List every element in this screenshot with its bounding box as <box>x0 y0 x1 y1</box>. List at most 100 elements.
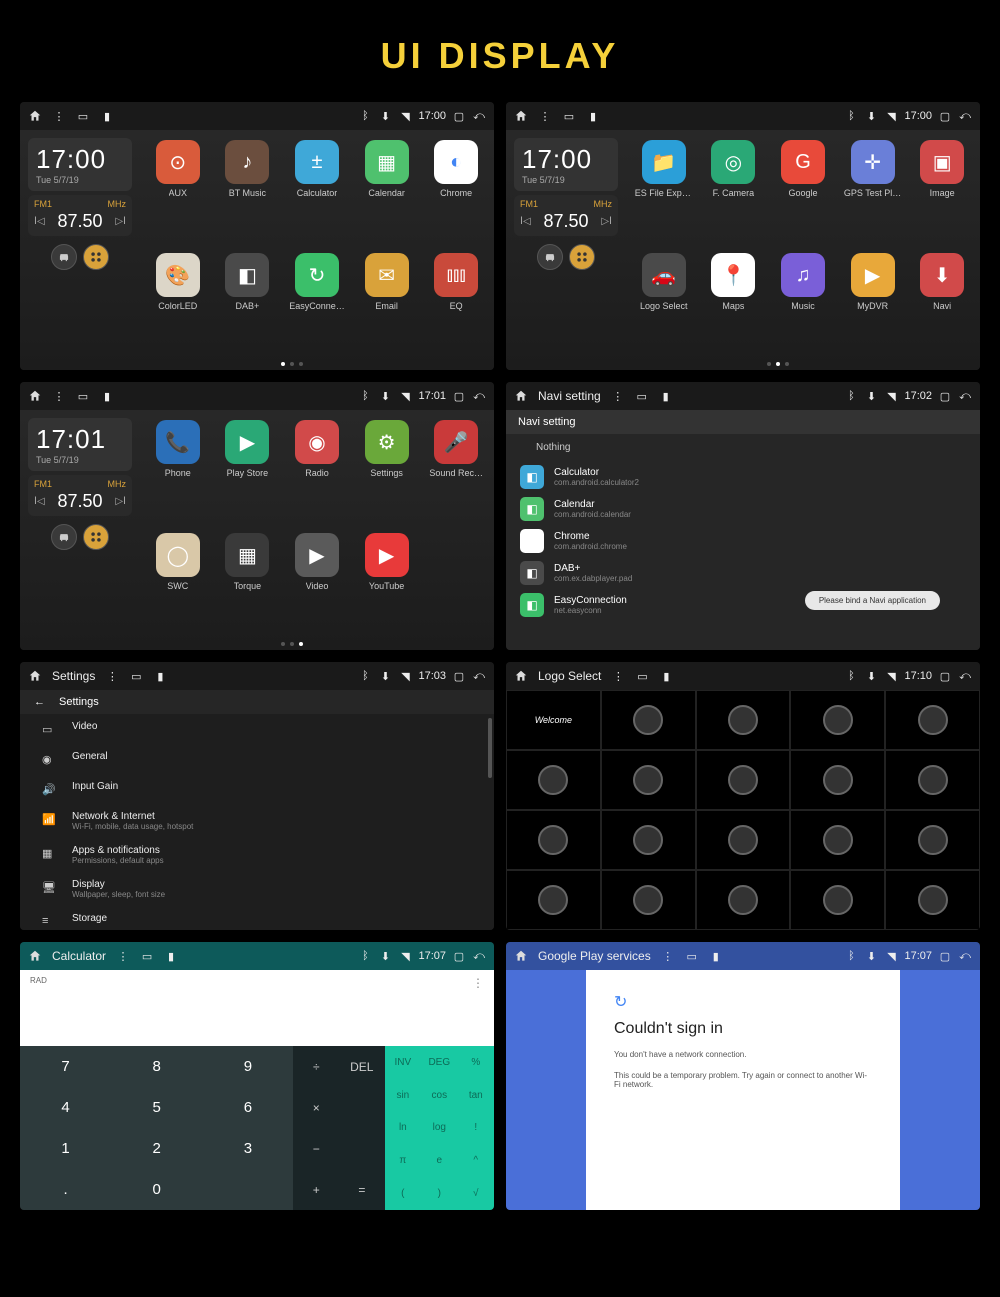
app-item[interactable]: 📁ES File Expl… <box>632 140 696 247</box>
settings-item[interactable]: 📶Network & InternetWi-Fi, mobile, data u… <box>20 804 494 838</box>
calc-op-key[interactable]: × <box>293 1087 339 1128</box>
calc-key[interactable]: 5 <box>111 1087 202 1128</box>
recent-icon[interactable]: ▢ <box>452 109 466 123</box>
calc-menu-icon[interactable]: ⋮ <box>472 976 484 990</box>
window-icon[interactable]: ▭ <box>685 949 699 963</box>
prev-icon[interactable]: Ⅰ◁ <box>520 216 531 227</box>
logo-cell[interactable] <box>696 810 791 870</box>
calc-key[interactable]: 8 <box>111 1046 202 1087</box>
app-item[interactable]: 📞Phone <box>146 420 210 527</box>
navi-item[interactable]: ◧Calculatorcom.android.calculator2 <box>506 461 980 493</box>
recent-icon[interactable]: ▢ <box>452 669 466 683</box>
logo-cell[interactable] <box>790 750 885 810</box>
app-item[interactable]: ▶Play Store <box>216 420 280 527</box>
clock-widget[interactable]: 17:00 Tue 5/7/19 <box>514 138 618 191</box>
logo-cell[interactable] <box>506 870 601 930</box>
back-icon[interactable]: ⤺ <box>958 389 972 403</box>
window-icon[interactable]: ▭ <box>76 389 90 403</box>
app-item[interactable]: ♪BT Music <box>216 140 280 247</box>
clock-widget[interactable]: 17:01 Tue 5/7/19 <box>28 418 132 471</box>
calc-func-key[interactable]: ^ <box>458 1144 494 1177</box>
settings-item[interactable]: ◉General <box>20 744 494 774</box>
menu-icon[interactable]: ⋮ <box>661 949 675 963</box>
recent-icon[interactable]: ▢ <box>452 389 466 403</box>
home-icon[interactable] <box>514 109 528 123</box>
home-icon[interactable] <box>28 109 42 123</box>
settings-item[interactable]: 🖥DisplayWallpaper, sleep, font size <box>20 872 494 906</box>
calc-key[interactable]: 6 <box>202 1087 293 1128</box>
calc-key[interactable] <box>202 1169 293 1210</box>
prev-icon[interactable]: Ⅰ◁ <box>34 496 45 507</box>
menu-icon[interactable]: ⋮ <box>611 389 625 403</box>
back-icon[interactable]: ⤺ <box>958 109 972 123</box>
calc-key[interactable]: . <box>20 1169 111 1210</box>
window-icon[interactable]: ▭ <box>562 109 576 123</box>
calc-key[interactable]: 1 <box>20 1128 111 1169</box>
apps-mode-button[interactable] <box>83 524 109 550</box>
calc-func-key[interactable]: DEG <box>421 1046 457 1079</box>
logo-cell[interactable] <box>696 690 791 750</box>
home-icon[interactable] <box>28 389 42 403</box>
back-icon[interactable]: ⤺ <box>472 669 486 683</box>
car-mode-button[interactable] <box>537 244 563 270</box>
calc-func-key[interactable]: tan <box>458 1079 494 1112</box>
menu-icon[interactable]: ⋮ <box>611 669 625 683</box>
app-item[interactable]: 🎨ColorLED <box>146 253 210 360</box>
app-item[interactable]: ✛GPS Test Pl… <box>841 140 905 247</box>
home-icon[interactable] <box>28 669 42 683</box>
calc-func-key[interactable]: ) <box>421 1177 457 1210</box>
calc-func-key[interactable]: sin <box>385 1079 421 1112</box>
calc-op-key[interactable]: DEL <box>339 1046 385 1087</box>
menu-icon[interactable]: ⋮ <box>538 109 552 123</box>
calc-func-key[interactable]: √ <box>458 1177 494 1210</box>
car-mode-button[interactable] <box>51 524 77 550</box>
logo-cell[interactable] <box>601 810 696 870</box>
back-icon[interactable]: ⤺ <box>472 389 486 403</box>
app-item[interactable]: ▶MyDVR <box>841 253 905 360</box>
window-icon[interactable]: ▭ <box>635 389 649 403</box>
back-icon[interactable]: ⤺ <box>472 109 486 123</box>
back-icon[interactable]: ⤺ <box>472 949 486 963</box>
recent-icon[interactable]: ▢ <box>938 109 952 123</box>
app-item[interactable]: ✉Email <box>355 253 419 360</box>
recent-icon[interactable]: ▢ <box>938 669 952 683</box>
next-icon[interactable]: ▷Ⅰ <box>115 216 126 227</box>
menu-icon[interactable]: ⋮ <box>52 109 66 123</box>
window-icon[interactable]: ▭ <box>635 669 649 683</box>
calc-func-key[interactable]: INV <box>385 1046 421 1079</box>
logo-cell[interactable] <box>601 690 696 750</box>
calc-op-key[interactable]: = <box>339 1169 385 1210</box>
clock-widget[interactable]: 17:00 Tue 5/7/19 <box>28 138 132 191</box>
app-item[interactable]: 🚗Logo Select <box>632 253 696 360</box>
app-item[interactable]: ◯SWC <box>146 533 210 640</box>
calc-func-key[interactable]: log <box>421 1112 457 1145</box>
window-icon[interactable]: ▭ <box>76 109 90 123</box>
calc-func-key[interactable]: cos <box>421 1079 457 1112</box>
calc-key[interactable]: 2 <box>111 1128 202 1169</box>
calc-op-key[interactable]: − <box>293 1128 339 1169</box>
home-icon[interactable] <box>28 949 42 963</box>
logo-cell[interactable] <box>696 750 791 810</box>
logo-cell[interactable] <box>885 870 980 930</box>
recent-icon[interactable]: ▢ <box>938 949 952 963</box>
logo-cell[interactable] <box>506 810 601 870</box>
logo-cell[interactable] <box>790 690 885 750</box>
app-item[interactable]: ⊙AUX <box>146 140 210 247</box>
home-icon[interactable] <box>514 669 528 683</box>
menu-icon[interactable]: ⋮ <box>116 949 130 963</box>
app-item[interactable]: ⫾⫾⫾EQ <box>424 253 488 360</box>
home-icon[interactable] <box>514 389 528 403</box>
settings-item[interactable]: 🔊Input Gain <box>20 774 494 804</box>
calc-func-key[interactable]: ! <box>458 1112 494 1145</box>
recent-icon[interactable]: ▢ <box>938 389 952 403</box>
navi-item[interactable]: ◧DAB+com.ex.dabplayer.pad <box>506 557 980 589</box>
car-mode-button[interactable] <box>51 244 77 270</box>
settings-item[interactable]: ≡Storage <box>20 906 494 930</box>
logo-cell[interactable] <box>790 810 885 870</box>
settings-item[interactable]: ▭Video <box>20 714 494 744</box>
navi-item[interactable]: ◧Calendarcom.android.calendar <box>506 493 980 525</box>
calc-op-key[interactable]: + <box>293 1169 339 1210</box>
navi-item[interactable]: ◧Chromecom.android.chrome <box>506 525 980 557</box>
back-icon[interactable]: ⤺ <box>958 949 972 963</box>
logo-cell[interactable] <box>885 750 980 810</box>
